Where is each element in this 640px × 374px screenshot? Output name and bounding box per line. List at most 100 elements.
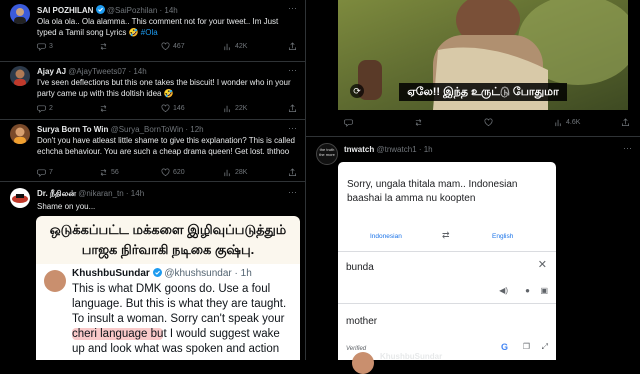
views-icon xyxy=(555,119,561,127)
microphone-icon[interactable]: ● xyxy=(525,286,530,295)
more-options-icon[interactable]: ··· xyxy=(288,123,297,133)
verified-icon xyxy=(152,268,162,277)
avatar[interactable] xyxy=(10,188,30,208)
more-options-icon[interactable]: ··· xyxy=(288,65,297,75)
views-button[interactable]: 22K xyxy=(223,104,247,113)
tweet-text: Shame on you... xyxy=(37,202,96,211)
hashtag-link[interactable]: #Ola xyxy=(141,28,158,37)
repost-icon xyxy=(100,105,107,112)
author-name[interactable]: Surya Born To Win xyxy=(37,125,108,134)
gif-loop-icon[interactable]: ⟳ xyxy=(350,84,364,98)
reply-icon xyxy=(344,119,353,127)
author-name[interactable]: Ajay AJ xyxy=(37,67,66,76)
clear-icon[interactable]: ✕ xyxy=(538,258,547,271)
camera-icon[interactable]: ▣ xyxy=(540,286,548,295)
more-options-icon[interactable]: ··· xyxy=(623,143,632,153)
views-icon xyxy=(224,43,230,51)
views-icon xyxy=(224,169,230,177)
like-button[interactable] xyxy=(484,118,493,127)
source-text-box: bunda ✕ ◀) ● ▣ xyxy=(338,252,556,304)
avatar[interactable] xyxy=(352,352,374,374)
quoted-author-name: KhushbuSundar xyxy=(72,268,150,279)
tweet-actions: 7 56 620 28K xyxy=(37,168,297,178)
repost-button[interactable]: 56 xyxy=(99,168,119,177)
repost-button[interactable] xyxy=(99,104,111,113)
avatar[interactable] xyxy=(10,124,30,144)
video-thumbnail[interactable]: ஏலே!! இந்த உருட்டு போதுமா ⟳ xyxy=(338,0,628,110)
repost-icon xyxy=(100,169,107,176)
source-word: bunda xyxy=(346,262,374,273)
author-handle[interactable]: @nikaran_tn · 14h xyxy=(78,189,144,198)
avatar[interactable] xyxy=(10,4,30,24)
tweet-text: I've seen deflections but this one takes… xyxy=(37,78,291,98)
card-message: Sorry, ungala thitala mam.. Indonesian b… xyxy=(347,179,518,204)
translate-screenshot-image[interactable]: Sorry, ungala thitala mam.. Indonesian b… xyxy=(338,162,556,360)
avatar[interactable]: the truth the more xyxy=(316,143,338,165)
highlighted-phrase: cheri language bu xyxy=(72,328,164,340)
tweet-text: Don't you have atleast little shame to g… xyxy=(37,136,295,156)
copy-icon[interactable]: ❐ xyxy=(523,342,530,351)
like-button[interactable]: 620 xyxy=(161,168,185,177)
more-options-icon[interactable]: ··· xyxy=(288,3,297,13)
author-name[interactable]: Dr. நீதிலன் xyxy=(37,189,76,198)
verified-icon xyxy=(95,5,105,14)
headline-line-2: பாஜக நிர்வாகி நடிகை குஷ்பு. xyxy=(81,242,255,257)
tweet-sai-pozhilan[interactable]: SAI POZHILAN @SaiPozhilan · 14h ··· Ola … xyxy=(0,0,305,62)
reply-button[interactable]: 7 xyxy=(37,168,53,177)
views-button[interactable]: 42K xyxy=(223,42,247,51)
share-icon[interactable] xyxy=(621,118,630,127)
speaker-icon[interactable]: ◀) xyxy=(499,286,508,295)
heart-icon xyxy=(161,104,170,113)
reply-icon xyxy=(37,169,46,177)
reply-button[interactable]: 3 xyxy=(37,42,53,51)
views-button[interactable]: 4.6K xyxy=(554,118,580,127)
views-button[interactable]: 28K xyxy=(223,168,247,177)
share-icon[interactable] xyxy=(288,42,297,51)
target-text-box: mother Verified G ❐ ⤢ xyxy=(338,304,556,360)
swap-languages-icon[interactable]: ⇄ xyxy=(442,230,450,241)
author-name[interactable]: tnwatch xyxy=(344,145,374,154)
tweet-surya[interactable]: Surya Born To Win @Surya_BornToWin · 12h… xyxy=(0,120,305,182)
views-icon xyxy=(224,105,230,113)
author-handle[interactable]: @AjayTweets07 · 14h xyxy=(68,67,146,76)
quoted-author-handle: @khushsundar · 1h xyxy=(164,268,252,279)
expand-icon[interactable]: ⤢ xyxy=(542,342,548,352)
repost-button[interactable] xyxy=(99,42,111,51)
reply-button[interactable]: 2 xyxy=(37,104,53,113)
more-options-icon[interactable]: ··· xyxy=(288,187,297,197)
reply-button[interactable] xyxy=(344,118,353,127)
author-handle[interactable]: @SaiPozhilan · 14h xyxy=(107,6,178,15)
repost-button[interactable] xyxy=(414,118,423,127)
avatar[interactable] xyxy=(10,66,30,86)
source-language[interactable]: Indonesian xyxy=(370,233,402,240)
tweet-actions: 4.6K xyxy=(344,118,630,128)
language-bar: Indonesian ⇄ English xyxy=(338,220,556,252)
repost-icon xyxy=(100,43,107,50)
quoted-tweet-image[interactable]: KhushbuSundar @khushsundar · 1h This is … xyxy=(36,264,300,360)
left-timeline: SAI POZHILAN @SaiPozhilan · 14h ··· Ola … xyxy=(0,0,306,360)
like-button[interactable]: 467 xyxy=(161,42,185,51)
author-handle[interactable]: @Surya_BornToWin · 12h xyxy=(111,125,204,134)
google-icon[interactable]: G xyxy=(501,342,508,352)
heart-icon xyxy=(161,168,170,177)
reply-icon xyxy=(37,105,46,113)
share-icon[interactable] xyxy=(288,168,297,177)
video-caption: ஏலே!! இந்த உருட்டு போதுமா xyxy=(338,82,628,101)
like-button[interactable]: 146 xyxy=(161,104,185,113)
headline-line-1: ஒடுக்கப்பட்ட மக்களை இழிவுப்படுத்தும் xyxy=(49,222,287,237)
tweet-image-headline[interactable]: ஒடுக்கப்பட்ட மக்களை இழிவுப்படுத்தும் பாஜ… xyxy=(36,216,300,264)
heart-icon xyxy=(484,118,493,127)
tweet-ajay-aj[interactable]: Ajay AJ @AjayTweets07 · 14h ··· I've see… xyxy=(0,62,305,120)
target-word: mother xyxy=(346,316,378,327)
tweet-actions: 3 467 42K xyxy=(37,42,297,52)
author-handle[interactable]: @tnwatch1 · 1h xyxy=(376,145,432,154)
heart-icon xyxy=(161,42,170,51)
author-name[interactable]: SAI POZHILAN xyxy=(37,6,93,15)
share-icon[interactable] xyxy=(288,104,297,113)
divider xyxy=(306,136,640,137)
repost-icon xyxy=(415,119,422,126)
tweet-actions: 2 146 22K xyxy=(37,104,297,114)
target-language[interactable]: English xyxy=(492,233,513,240)
tweet-text: Ola ola ola.. Ola alamma.. This comment … xyxy=(37,17,279,37)
reply-icon xyxy=(37,43,46,51)
